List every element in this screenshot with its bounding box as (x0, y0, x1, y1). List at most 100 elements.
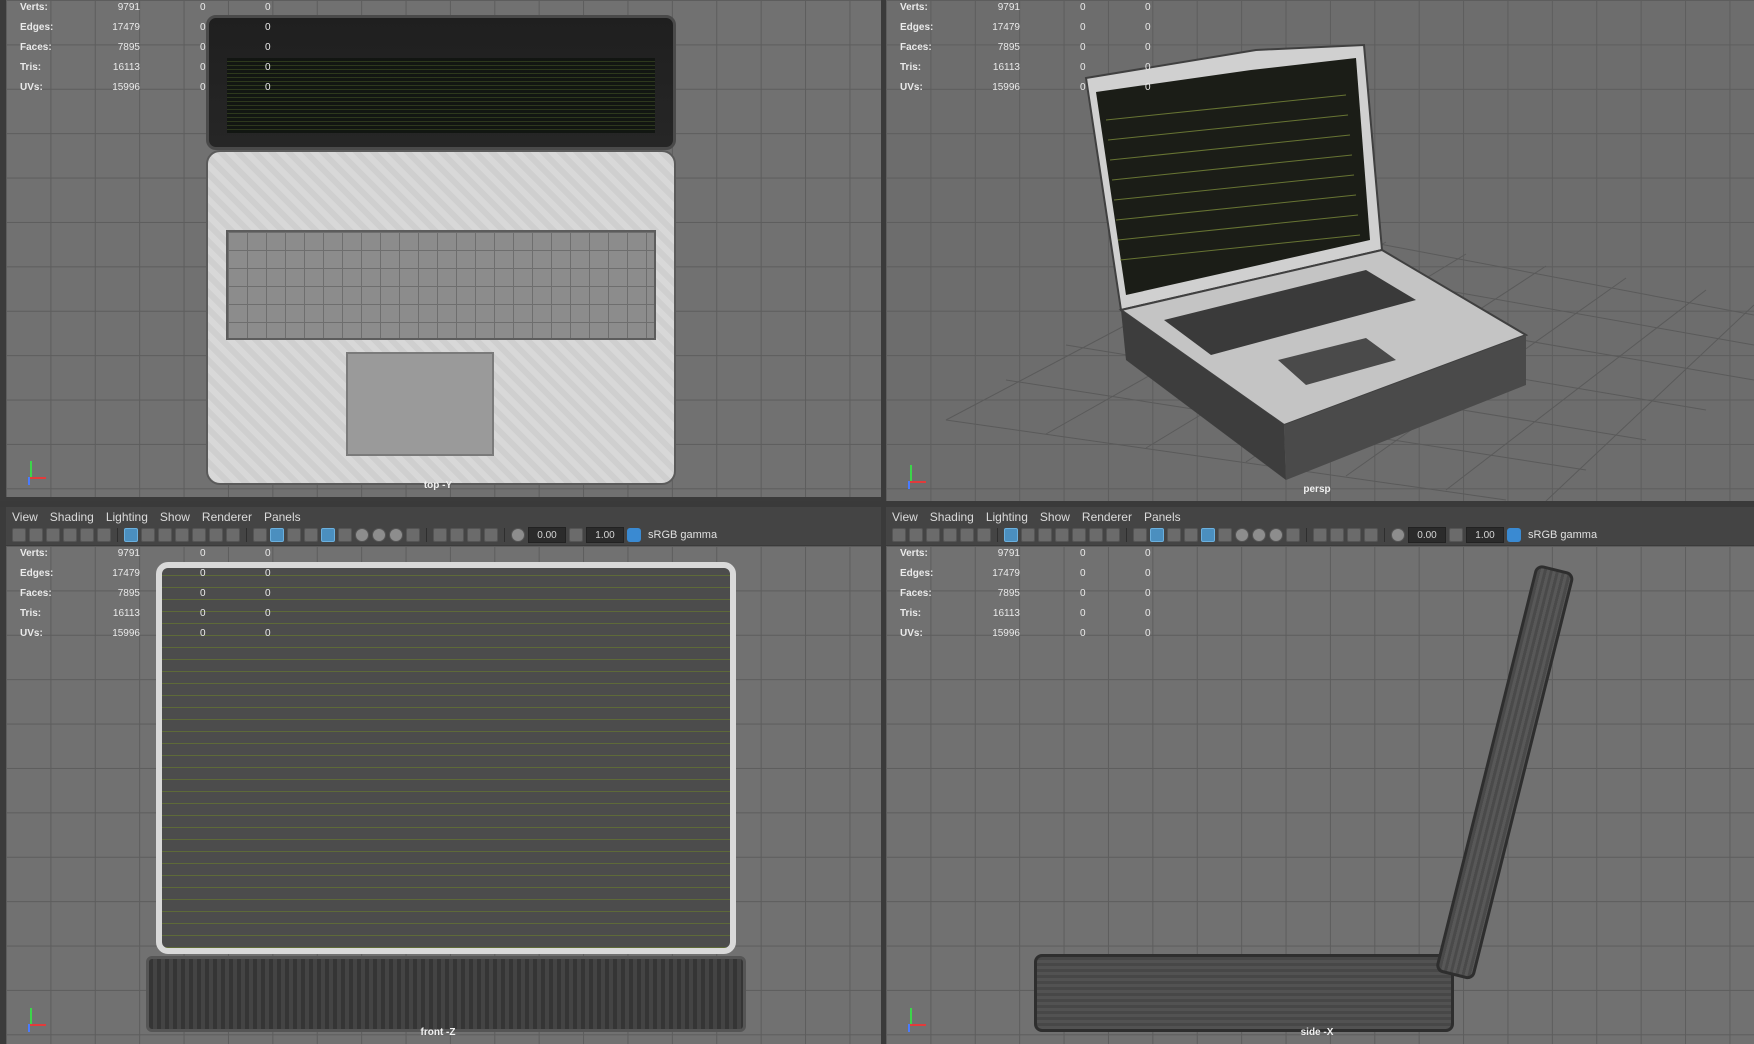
smooth-shade-icon[interactable] (1150, 528, 1164, 542)
grease-pencil-icon[interactable] (97, 528, 111, 542)
field-chart-icon[interactable] (1072, 528, 1086, 542)
front-lid-model[interactable] (156, 562, 736, 954)
colorspace-icon[interactable] (627, 528, 641, 542)
side-base-model[interactable] (1034, 954, 1454, 1032)
hud-selected: 0 (1080, 22, 1086, 33)
hud-selected: 0 (200, 568, 206, 579)
motion-blur-icon[interactable] (1252, 528, 1266, 542)
camera-icon[interactable] (12, 528, 26, 542)
camera-attributes-icon[interactable] (29, 528, 43, 542)
hud-value: 17479 (112, 568, 140, 579)
xray-icon[interactable] (450, 528, 464, 542)
shadows-icon[interactable] (338, 528, 352, 542)
menu-lighting[interactable]: Lighting (986, 510, 1028, 524)
wireframe-on-shaded-icon[interactable] (287, 528, 301, 542)
hud-selected: 0 (1080, 2, 1086, 13)
xray-active-components-icon[interactable] (1347, 528, 1361, 542)
front-base-model[interactable] (146, 956, 746, 1032)
bookmark-icon[interactable] (926, 528, 940, 542)
image-plane-icon[interactable] (63, 528, 77, 542)
screen-space-ao-icon[interactable] (355, 528, 369, 542)
isolate-select-icon[interactable] (1313, 528, 1327, 542)
gamma-icon[interactable] (569, 528, 583, 542)
safe-action-icon[interactable] (209, 528, 223, 542)
film-gate-icon[interactable] (141, 528, 155, 542)
menu-renderer[interactable]: Renderer (202, 510, 252, 524)
bookmark-icon[interactable] (46, 528, 60, 542)
menu-renderer[interactable]: Renderer (1082, 510, 1132, 524)
grid-toggle-icon[interactable] (124, 528, 138, 542)
screen-space-ao-icon[interactable] (1235, 528, 1249, 542)
wireframe-icon[interactable] (253, 528, 267, 542)
depth-of-field-icon[interactable] (406, 528, 420, 542)
camera-attributes-icon[interactable] (909, 528, 923, 542)
exposure-icon[interactable] (1391, 528, 1405, 542)
hud-components: 0 (1145, 568, 1151, 579)
smooth-shade-icon[interactable] (270, 528, 284, 542)
hud-label: Edges: (900, 568, 934, 579)
isolate-select-icon[interactable] (433, 528, 447, 542)
film-gate-icon[interactable] (1021, 528, 1035, 542)
hud-label: UVs: (900, 628, 923, 639)
hud-components: 0 (265, 42, 271, 53)
2d-pan-zoom-icon[interactable] (960, 528, 974, 542)
image-plane-icon[interactable] (943, 528, 957, 542)
viewport-side[interactable]: Verts: 9791 0 0 Edges: 17479 0 0 Faces: 7895 0 0 … (886, 546, 1754, 1044)
xray-joints-icon[interactable] (1364, 528, 1378, 542)
menu-lighting[interactable]: Lighting (106, 510, 148, 524)
use-all-lights-icon[interactable] (321, 528, 335, 542)
hud-components: 0 (1145, 22, 1151, 33)
menu-view[interactable]: View (892, 510, 918, 524)
colorspace-icon[interactable] (1507, 528, 1521, 542)
camera-icon[interactable] (892, 528, 906, 542)
gate-mask-icon[interactable] (1055, 528, 1069, 542)
exposure-field[interactable]: 0.00 (528, 527, 566, 543)
colorspace-label[interactable]: sRGB gamma (1528, 529, 1597, 541)
gate-mask-icon[interactable] (175, 528, 189, 542)
grid-toggle-icon[interactable] (1004, 528, 1018, 542)
hud-components: 0 (265, 548, 271, 559)
resolution-gate-icon[interactable] (1038, 528, 1052, 542)
menu-shading[interactable]: Shading (930, 510, 974, 524)
multisample-aa-icon[interactable] (389, 528, 403, 542)
gamma-field[interactable]: 1.00 (586, 527, 624, 543)
xray-joints-icon[interactable] (484, 528, 498, 542)
multisample-aa-icon[interactable] (1269, 528, 1283, 542)
viewport-persp[interactable]: Verts: 9791 0 0 Edges: 17479 0 0 Faces: 7895 0 0 … (885, 0, 1754, 502)
wireframe-icon[interactable] (1133, 528, 1147, 542)
menu-show[interactable]: Show (160, 510, 190, 524)
xray-active-components-icon[interactable] (467, 528, 481, 542)
grease-pencil-icon[interactable] (977, 528, 991, 542)
motion-blur-icon[interactable] (372, 528, 386, 542)
field-chart-icon[interactable] (192, 528, 206, 542)
viewport-top[interactable]: Verts: 9791 0 0 Edges: 17479 0 0 Faces: 7895 0 0 … (6, 0, 881, 497)
wireframe-on-shaded-icon[interactable] (1167, 528, 1181, 542)
xray-icon[interactable] (1330, 528, 1344, 542)
laptop-base-model[interactable] (206, 150, 676, 485)
toolbar-separator (117, 528, 118, 542)
exposure-field[interactable]: 0.00 (1408, 527, 1446, 543)
menu-shading[interactable]: Shading (50, 510, 94, 524)
resolution-gate-icon[interactable] (158, 528, 172, 542)
safe-title-icon[interactable] (226, 528, 240, 542)
hud-label: Tris: (900, 62, 922, 73)
menu-panels[interactable]: Panels (1144, 510, 1181, 524)
viewport-front[interactable]: Verts: 9791 0 0 Edges: 17479 0 0 Faces: 7895 0 0 … (6, 546, 881, 1044)
depth-of-field-icon[interactable] (1286, 528, 1300, 542)
shadows-icon[interactable] (1218, 528, 1232, 542)
gamma-icon[interactable] (1449, 528, 1463, 542)
menu-show[interactable]: Show (1040, 510, 1070, 524)
safe-action-icon[interactable] (1089, 528, 1103, 542)
laptop-lid-model[interactable] (206, 15, 676, 150)
menu-view[interactable]: View (12, 510, 38, 524)
use-all-lights-icon[interactable] (1201, 528, 1215, 542)
gamma-field[interactable]: 1.00 (1466, 527, 1504, 543)
textured-icon[interactable] (1184, 528, 1198, 542)
colorspace-label[interactable]: sRGB gamma (648, 529, 717, 541)
side-lid-model[interactable] (1434, 563, 1576, 981)
2d-pan-zoom-icon[interactable] (80, 528, 94, 542)
menu-panels[interactable]: Panels (264, 510, 301, 524)
exposure-icon[interactable] (511, 528, 525, 542)
textured-icon[interactable] (304, 528, 318, 542)
safe-title-icon[interactable] (1106, 528, 1120, 542)
